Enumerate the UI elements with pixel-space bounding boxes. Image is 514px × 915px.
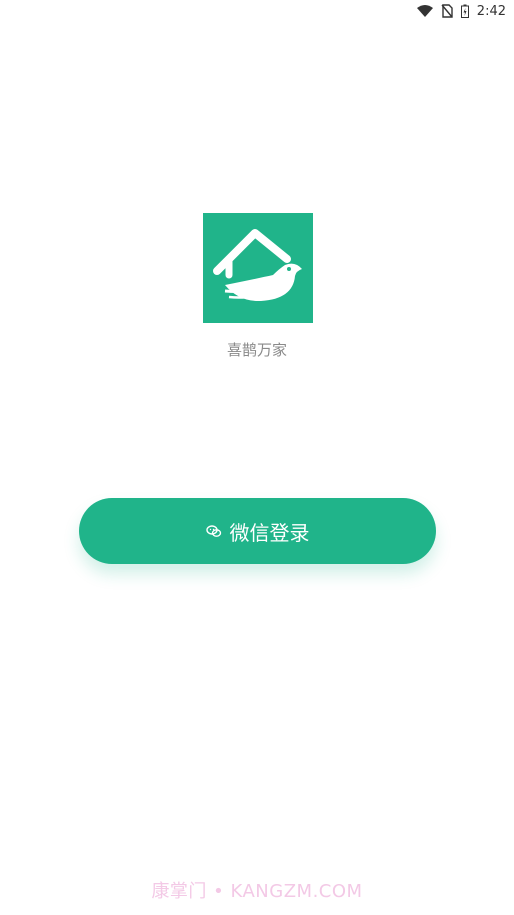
- house-magpie-logo-icon: [213, 229, 302, 302]
- battery-charging-icon: [460, 4, 469, 18]
- app-logo: [203, 213, 313, 323]
- status-time: 2:42: [476, 3, 506, 19]
- login-button-label: 微信登录: [229, 520, 310, 545]
- wechat-icon: [205, 524, 222, 538]
- no-sim-icon: [441, 4, 453, 18]
- app-name: 喜鹊万家: [226, 341, 287, 359]
- wifi-icon: [416, 5, 433, 17]
- status-bar: 2:42: [416, 0, 514, 22]
- wechat-login-button[interactable]: 微信登录: [79, 498, 436, 564]
- watermark: 康掌门 • KANGZM.COM: [151, 881, 363, 902]
